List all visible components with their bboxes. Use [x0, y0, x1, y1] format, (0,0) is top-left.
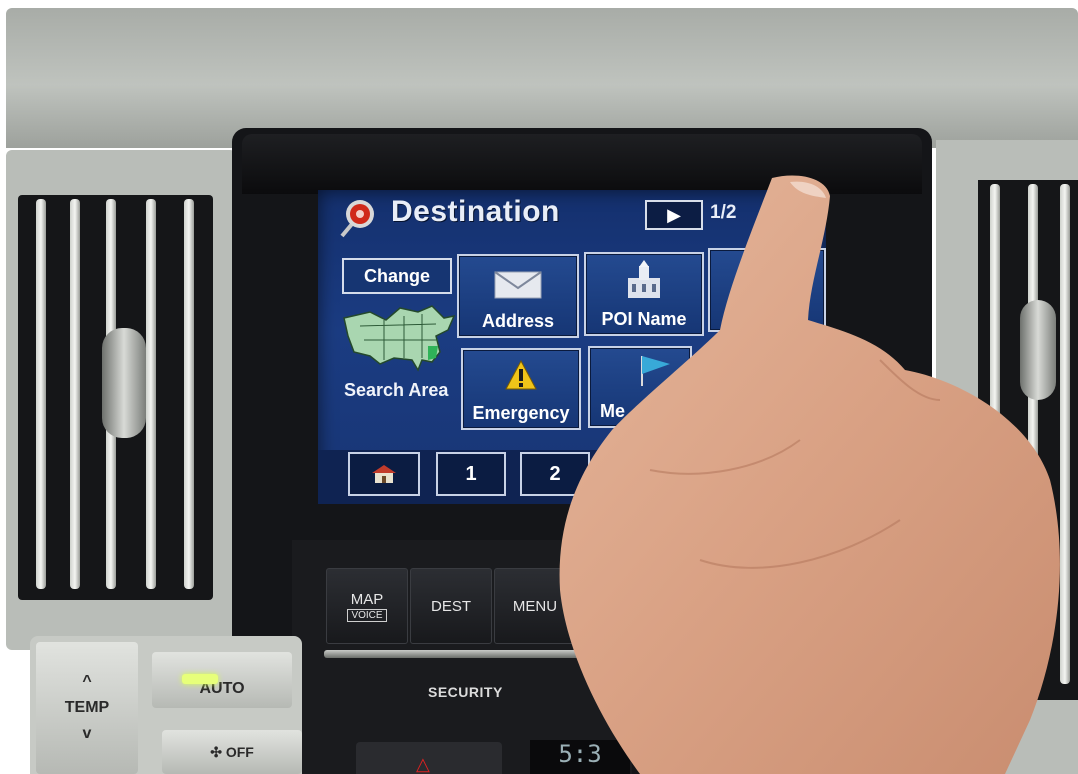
car-dashboard-photo: Destination ▶ 1/2 Change Search Area Add… — [0, 0, 1078, 774]
hand-pointing-image — [559, 175, 1060, 774]
